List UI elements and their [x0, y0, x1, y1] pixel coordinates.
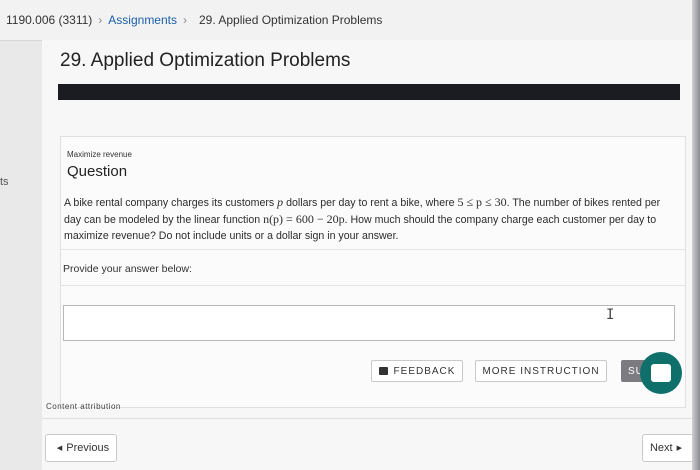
- question-subtitle: Maximize revenue: [67, 150, 132, 159]
- text-cursor-icon: I: [606, 307, 615, 323]
- breadcrumb-course[interactable]: 1190.006 (3311): [6, 13, 92, 27]
- question-text-part1: A bike rental company charges its custom…: [64, 197, 278, 209]
- question-text: A bike rental company charges its custom…: [64, 194, 664, 244]
- side-label: ts: [0, 176, 9, 188]
- answer-input[interactable]: [63, 305, 675, 341]
- linear-function: n(p) = 600 − 20p: [263, 212, 345, 226]
- question-text-part2: dollars per day to rent a bike, where: [283, 197, 458, 209]
- feedback-icon: [378, 367, 388, 375]
- breadcrumb-current: 29. Applied Optimization Problems: [199, 13, 383, 27]
- divider: [61, 285, 685, 286]
- inequality: 5 ≤ p ≤ 30: [457, 195, 507, 209]
- more-instruction-label: MORE INSTRUCTION: [482, 365, 600, 377]
- feedback-button[interactable]: FEEDBACK: [371, 360, 463, 382]
- breadcrumb-separator: ›: [183, 13, 187, 27]
- breadcrumb-separator: ›: [98, 13, 103, 27]
- question-title: Question: [67, 163, 128, 180]
- provide-answer-label: Provide your answer below:: [63, 263, 192, 275]
- breadcrumb: 1190.006 (3311) › Assignments › 29. Appl…: [0, 0, 700, 41]
- divider: [61, 249, 685, 250]
- screen-edge: [692, 0, 700, 470]
- breadcrumb-assignments-link[interactable]: Assignments: [108, 13, 177, 27]
- more-instruction-button[interactable]: MORE INSTRUCTION: [475, 360, 607, 382]
- feedback-label: FEEDBACK: [393, 365, 456, 377]
- page-title: 29. Applied Optimization Problems: [60, 50, 351, 71]
- chat-icon[interactable]: [640, 352, 682, 394]
- header-bar: [58, 84, 680, 100]
- chat-bubble-shape: [651, 364, 671, 382]
- question-card: Maximize revenue Question A bike rental …: [60, 136, 686, 408]
